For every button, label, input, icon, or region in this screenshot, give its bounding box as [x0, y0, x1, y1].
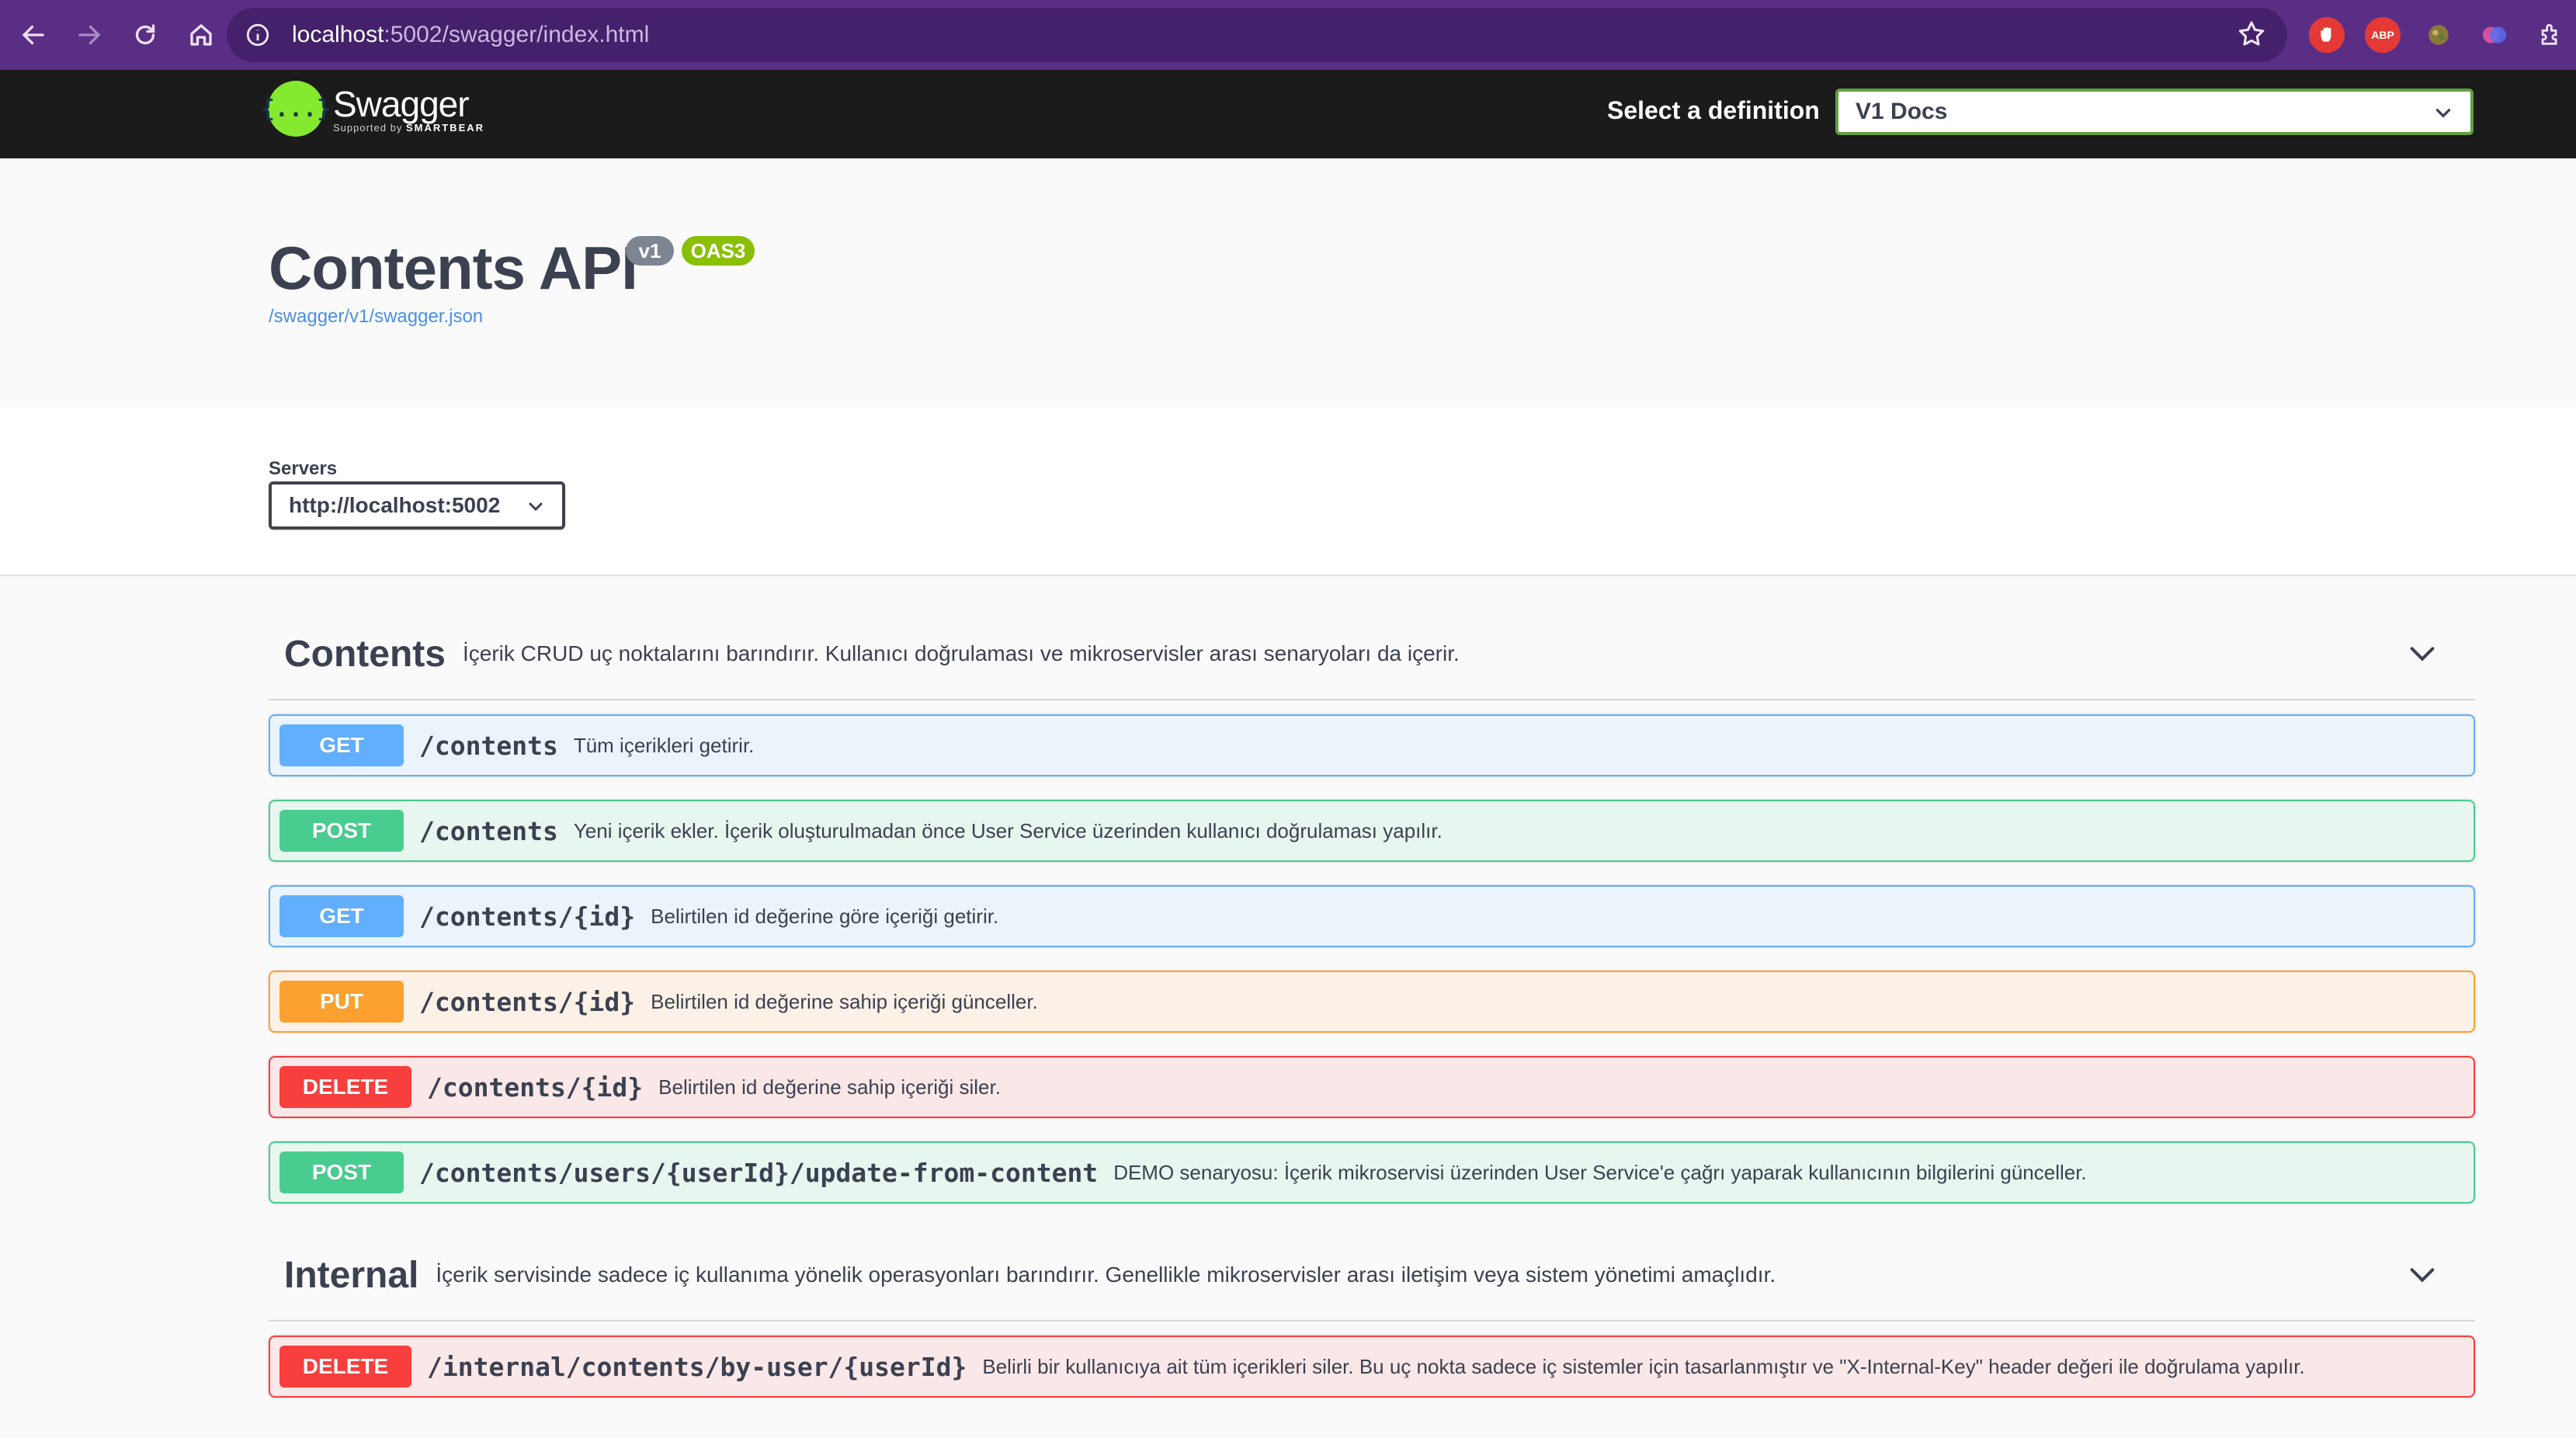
- operation-summary: DEMO senaryosu: İçerik mikroservisi üzer…: [1113, 1160, 2087, 1184]
- bookmark-star-icon[interactable]: [2236, 19, 2267, 50]
- chevron-down-icon[interactable]: [2407, 1259, 2438, 1290]
- tag-name: Contents: [284, 633, 446, 675]
- puzzle-extension-icon[interactable]: [2421, 17, 2456, 53]
- definition-select-value: V1 Docs: [1856, 99, 1948, 124]
- api-info-section: Contents API v1 OAS3 /swagger/v1/swagger…: [0, 158, 2576, 407]
- site-info-icon[interactable]: [242, 19, 273, 50]
- operation-path: /internal/contents/by-user/{userId}: [427, 1351, 967, 1382]
- reload-button[interactable]: [118, 8, 172, 62]
- swagger-topbar: {...} Swagger Supported by SMARTBEAR Sel…: [0, 70, 2576, 158]
- operation-path: /contents/{id}: [419, 986, 636, 1017]
- operation-delete-content-by-id[interactable]: DELETE /contents/{id} Belirtilen id değe…: [269, 1056, 2475, 1118]
- url-path: :5002/swagger/index.html: [384, 22, 650, 47]
- home-button[interactable]: [174, 8, 228, 62]
- tag-internal-header[interactable]: Internal İçerik servisinde sadece iç kul…: [269, 1230, 2475, 1322]
- oas-badge: OAS3: [682, 236, 755, 266]
- arrow-left-icon: [22, 25, 44, 45]
- url-text: localhost:5002/swagger/index.html: [292, 22, 649, 48]
- method-badge: DELETE: [279, 1066, 411, 1108]
- servers-select[interactable]: http://localhost:5002: [269, 481, 565, 530]
- method-badge: POST: [279, 810, 404, 852]
- operation-path: /contents/users/{userId}/update-from-con…: [419, 1157, 1099, 1188]
- tag-description: İçerik servisinde sadece iç kullanıma yö…: [436, 1263, 1776, 1287]
- operation-summary: Yeni içerik ekler. İçerik oluşturulmadan…: [573, 818, 1442, 842]
- operation-path: /contents/{id}: [427, 1072, 644, 1103]
- forward-button[interactable]: [62, 8, 116, 62]
- colorful-extension-icon[interactable]: [2477, 17, 2512, 53]
- operation-put-content-by-id[interactable]: PUT /contents/{id} Belirtilen id değerin…: [269, 971, 2475, 1033]
- spec-json-link[interactable]: /swagger/v1/swagger.json: [269, 306, 483, 328]
- method-badge: GET: [279, 724, 404, 766]
- url-host: localhost: [292, 22, 384, 47]
- arrow-right-icon: [78, 25, 101, 45]
- operation-path: /contents/{id}: [419, 901, 636, 932]
- abp-extension-icon[interactable]: ABP: [2365, 17, 2401, 53]
- operation-delete-internal-by-user[interactable]: DELETE /internal/contents/by-user/{userI…: [269, 1336, 2475, 1398]
- operation-summary: Belirtilen id değerine sahip içeriği sil…: [658, 1075, 1001, 1099]
- operation-get-content-by-id[interactable]: GET /contents/{id} Belirtilen id değerin…: [269, 885, 2475, 947]
- reload-icon: [135, 24, 155, 45]
- tag-description: İçerik CRUD uç noktalarını barındırır. K…: [462, 641, 1460, 665]
- extensions-puzzle-icon[interactable]: [2533, 17, 2568, 53]
- method-badge: GET: [279, 895, 404, 937]
- operation-summary: Belirtilen id değerine sahip içeriği gün…: [651, 989, 1038, 1013]
- operation-summary: Belirli bir kullanıcıya ait tüm içerikle…: [982, 1354, 2305, 1378]
- servers-label: Servers: [269, 458, 338, 479]
- servers-select-value: http://localhost:5002: [289, 493, 501, 517]
- tag-name: Internal: [284, 1254, 419, 1296]
- supported-by-text: Supported by: [333, 121, 403, 134]
- home-icon: [190, 24, 212, 46]
- back-button[interactable]: [6, 8, 61, 62]
- browser-toolbar: localhost:5002/swagger/index.html ABP: [0, 0, 2576, 70]
- swagger-logo-text: Swagger Supported by SMARTBEAR: [333, 85, 484, 134]
- address-bar[interactable]: localhost:5002/swagger/index.html: [227, 8, 2287, 62]
- chevron-down-icon: [2435, 109, 2451, 118]
- adblock-extension-icon[interactable]: [2309, 17, 2345, 53]
- servers-section: Servers http://localhost:5002: [0, 407, 2576, 576]
- operation-summary: Belirtilen id değerine göre içeriği geti…: [651, 904, 999, 928]
- swagger-logo[interactable]: {...} Swagger Supported by SMARTBEAR: [261, 81, 484, 137]
- swagger-logo-subtitle: Supported by SMARTBEAR: [333, 122, 484, 134]
- definition-select[interactable]: V1 Docs: [1835, 89, 2474, 135]
- version-badge: v1: [626, 236, 674, 266]
- swagger-logo-name: Swagger: [333, 83, 470, 124]
- swagger-logo-icon: {...}: [261, 81, 331, 137]
- operation-post-update-from-content[interactable]: POST /contents/users/{userId}/update-fro…: [269, 1141, 2475, 1204]
- method-badge: POST: [279, 1151, 404, 1193]
- method-badge: PUT: [279, 981, 404, 1023]
- definition-label: Select a definition: [1607, 96, 1820, 124]
- operation-summary: Tüm içerikleri getirir.: [573, 733, 755, 757]
- page-title: Contents API: [269, 234, 638, 302]
- smartbear-text: SMARTBEAR: [405, 121, 485, 134]
- operation-path: /contents: [419, 815, 558, 846]
- operation-get-contents[interactable]: GET /contents Tüm içerikleri getirir.: [269, 714, 2475, 776]
- operation-path: /contents: [419, 730, 558, 761]
- method-badge: DELETE: [279, 1346, 411, 1388]
- chevron-down-icon[interactable]: [2407, 638, 2438, 669]
- operations-section: Contents İçerik CRUD uç noktalarını barı…: [0, 576, 2576, 1438]
- tag-contents-header[interactable]: Contents İçerik CRUD uç noktalarını barı…: [269, 609, 2475, 700]
- operation-post-contents[interactable]: POST /contents Yeni içerik ekler. İçerik…: [269, 800, 2475, 862]
- chevron-down-icon: [529, 502, 543, 512]
